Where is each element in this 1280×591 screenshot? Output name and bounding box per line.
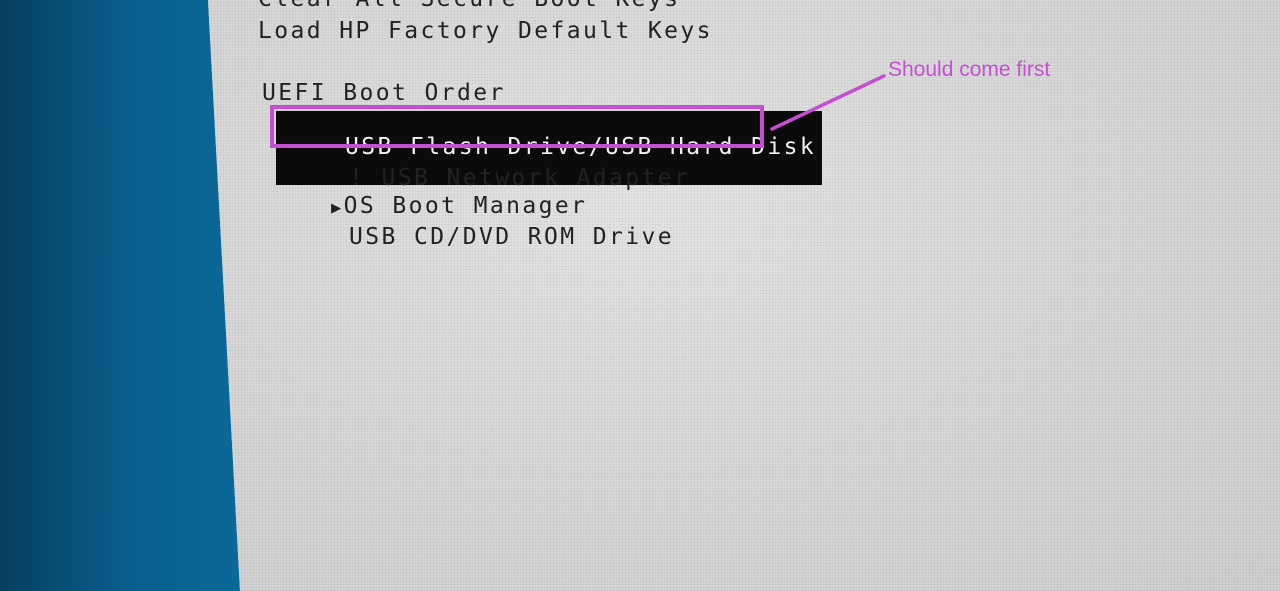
photo-frame: Clear All Secure Boot Keys Load HP Facto…	[0, 0, 1280, 591]
annotation-label: Should come first	[888, 58, 1051, 81]
annotation-pointer-line	[770, 74, 886, 131]
